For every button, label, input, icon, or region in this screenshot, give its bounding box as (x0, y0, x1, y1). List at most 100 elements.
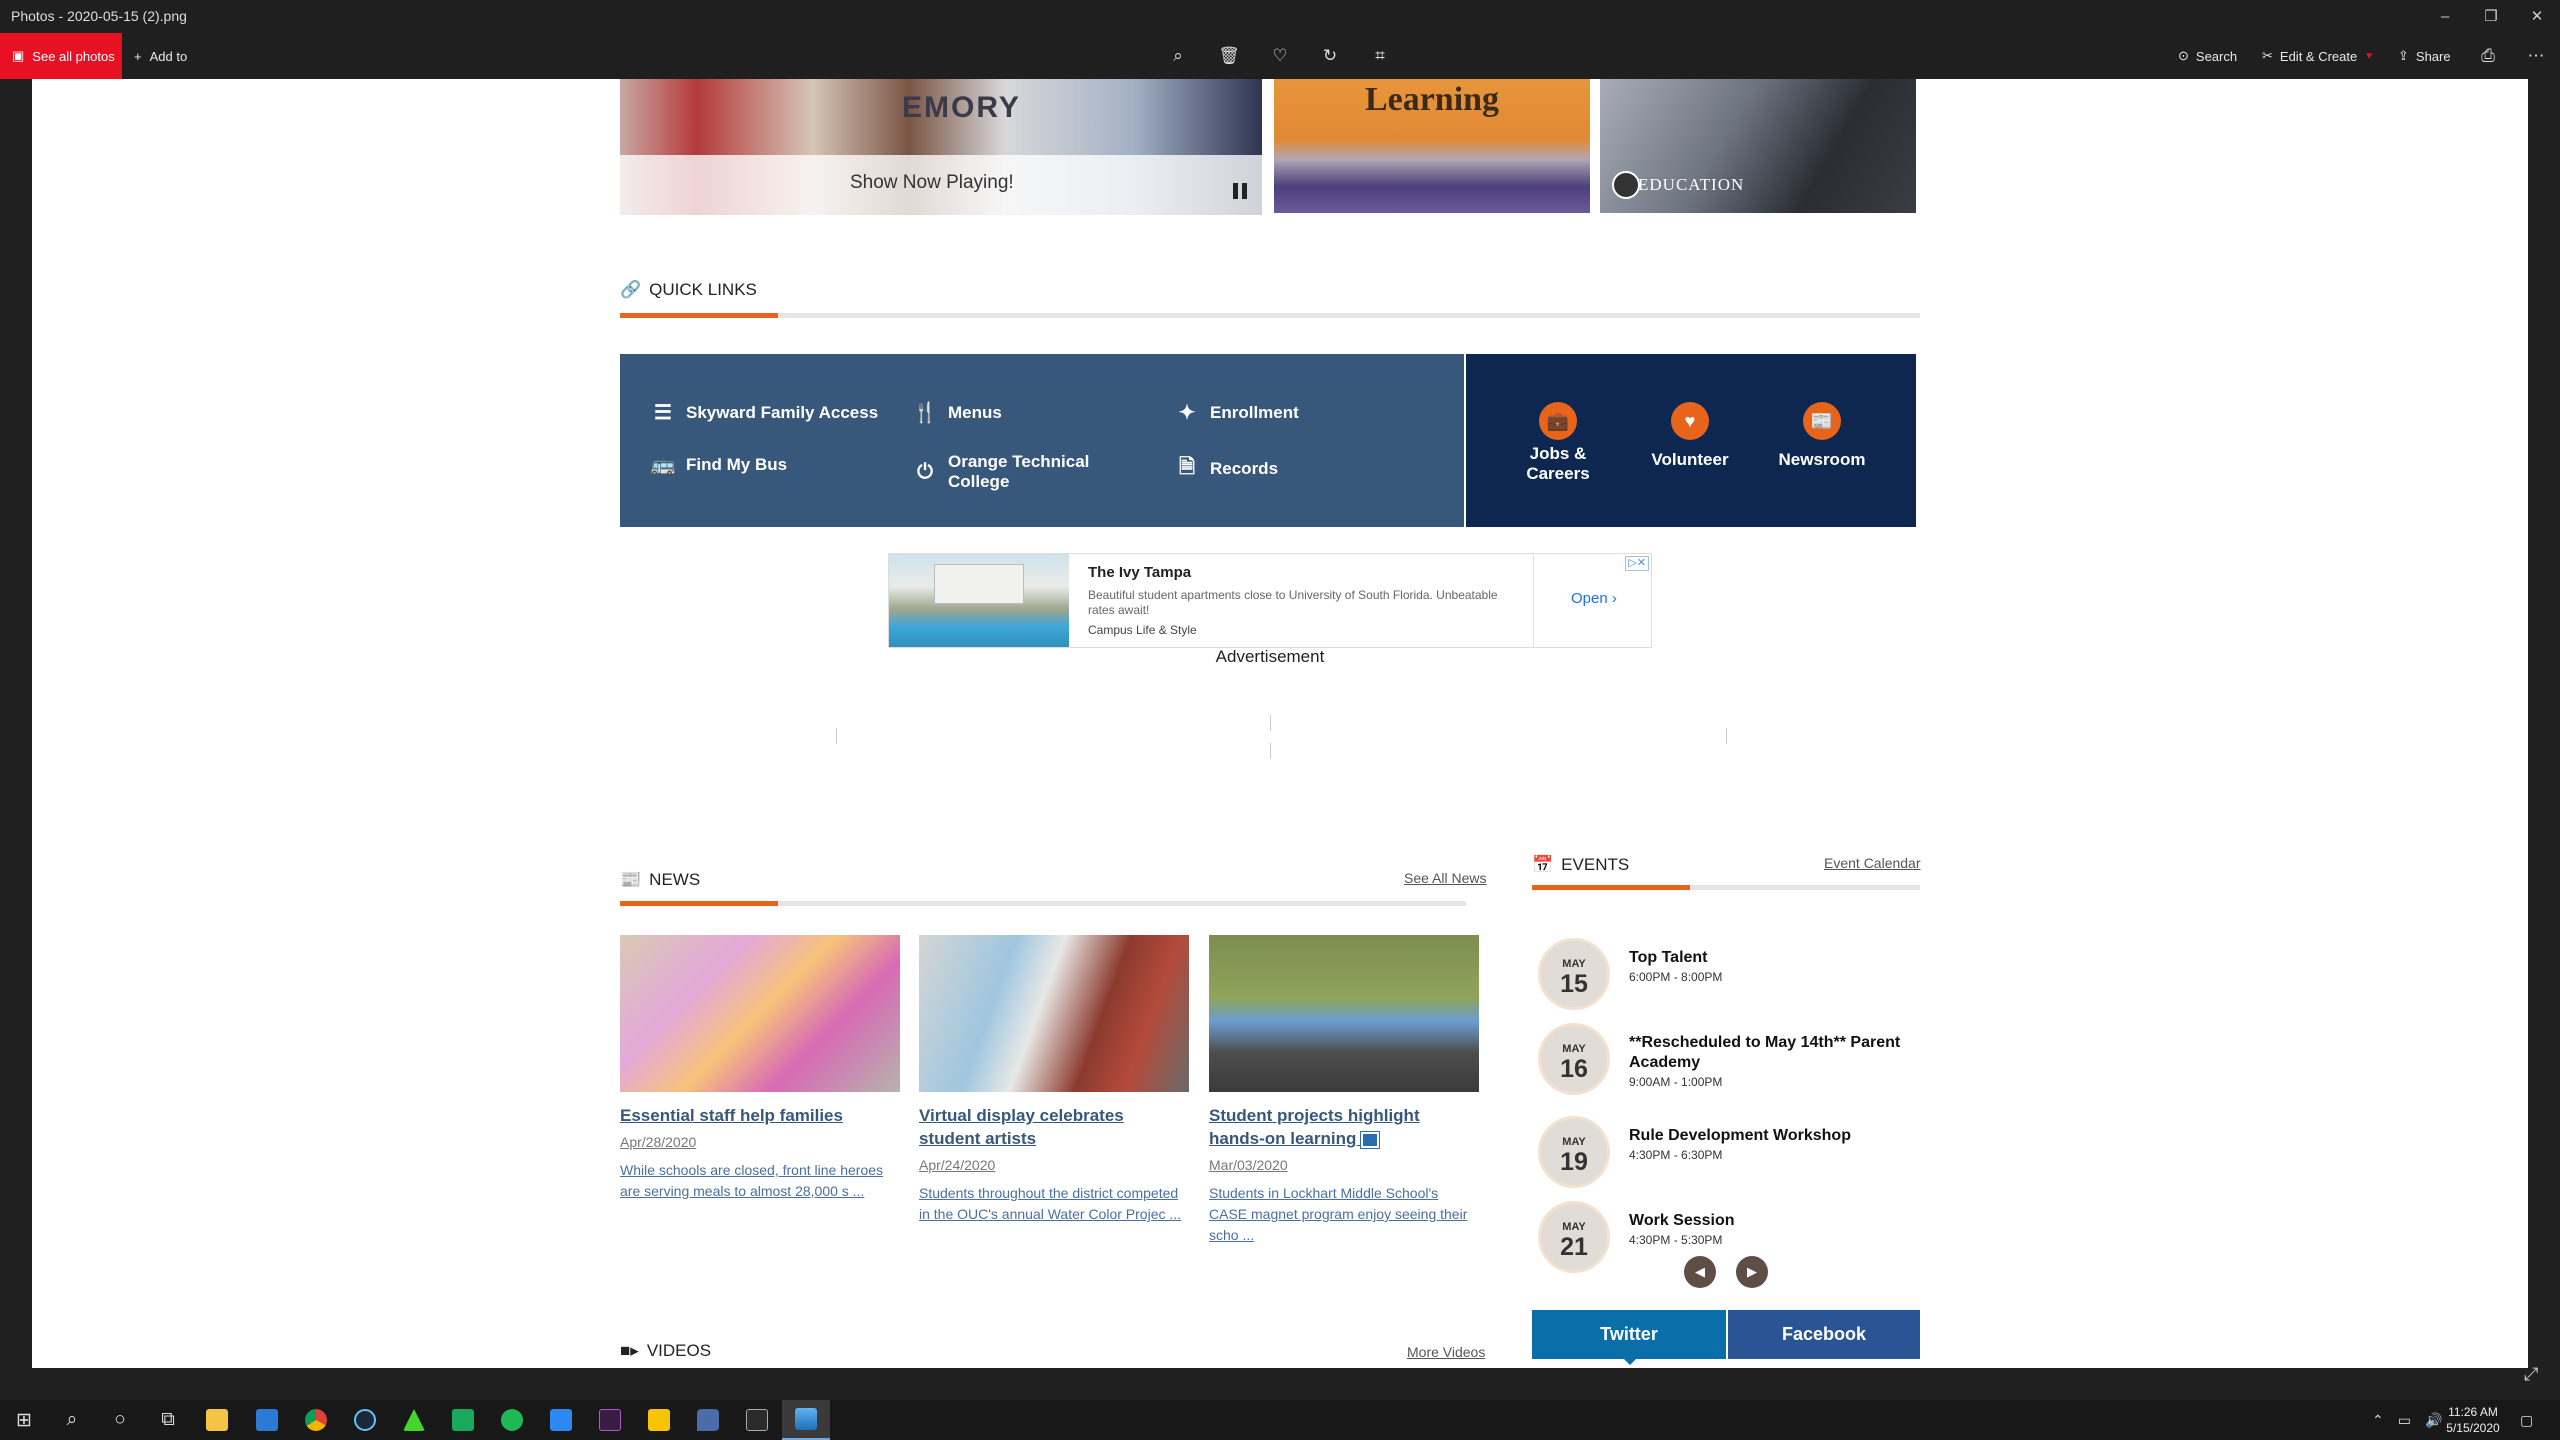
rotate-icon[interactable]: ↻ (1310, 33, 1350, 79)
network-icon[interactable]: ▭ (2398, 1412, 2411, 1429)
task-view-button[interactable]: ⧉ (144, 1400, 192, 1440)
quick-link-records[interactable]: 🗎 Records (1174, 452, 1278, 486)
see-all-photos-button[interactable]: ▣ See all photos (0, 33, 122, 79)
active-tab-indicator (1622, 1357, 1638, 1365)
more-options-button[interactable]: ⋯ (2516, 33, 2556, 79)
edit-create-label: Edit & Create (2279, 48, 2358, 64)
news-title: NEWS (649, 870, 701, 889)
news-image[interactable] (620, 935, 900, 1092)
epic-games-app[interactable] (733, 1400, 781, 1440)
event-item[interactable]: MAY 21 Work Session 4:30PM - 5:30PM (1538, 1201, 1918, 1279)
facebook-tab[interactable]: Facebook (1728, 1310, 1920, 1359)
news-summary-link[interactable]: Students throughout the district compete… (919, 1183, 1189, 1225)
news-image[interactable] (1209, 935, 1479, 1092)
mail-app[interactable] (243, 1400, 291, 1440)
cortana-button[interactable]: ○ (96, 1400, 144, 1440)
news-title-link[interactable]: Virtual display celebrates student artis… (919, 1104, 1189, 1150)
advertisement-banner[interactable]: The Ivy Tampa Beautiful student apartmen… (888, 553, 1652, 648)
events-next-button[interactable]: ▶ (1736, 1256, 1768, 1288)
photos-toolbar: ▣ See all photos + Add to ⌕ 🗑 ♡ ↻ ⌗ ⊙ Se… (0, 33, 2560, 79)
event-title[interactable]: Rule Development Workshop (1629, 1126, 1919, 1146)
favorite-heart-icon[interactable]: ♡ (1260, 33, 1300, 79)
events-heading: 📅 EVENTS (1532, 855, 1629, 875)
quick-link-orange-technical-college[interactable]: ⏻ Orange Technical College (912, 452, 1112, 492)
twitter-tab[interactable]: Twitter (1532, 1310, 1726, 1359)
chat-app[interactable] (684, 1400, 732, 1440)
quick-link-find-my-bus[interactable]: 🚌 Find My Bus (650, 452, 788, 477)
ad-close-icon[interactable]: ▷✕ (1625, 556, 1649, 571)
news-summary-link[interactable]: While schools are closed, front line her… (620, 1160, 900, 1202)
hero-slideshow[interactable]: EMORY Show Now Playing! (620, 79, 1262, 215)
event-item[interactable]: MAY 16 **Rescheduled to May 14th** Paren… (1538, 1023, 1918, 1101)
chevron-up-icon[interactable]: ⌃ (2372, 1412, 2384, 1429)
steam-app[interactable] (341, 1400, 389, 1440)
education-banner[interactable]: EDUCATION (1600, 79, 1916, 213)
event-time: 4:30PM - 5:30PM (1629, 1233, 1723, 1247)
f-app-icon (550, 1409, 572, 1431)
taskbar-clock[interactable]: 11:26 AM 5/15/2020 (2438, 1404, 2508, 1436)
razer-app[interactable] (390, 1400, 438, 1440)
events-title: EVENTS (1561, 855, 1630, 874)
event-title[interactable]: **Rescheduled to May 14th** Parent Acade… (1629, 1033, 1919, 1073)
share-button[interactable]: ⇪ Share (2398, 33, 2451, 79)
purple-app[interactable] (586, 1400, 634, 1440)
volunteer-link[interactable]: ♥ Volunteer (1630, 402, 1750, 470)
photo-viewer: EMORY Show Now Playing! Learning EDUCATI… (0, 79, 2560, 1368)
photos-app[interactable] (782, 1400, 830, 1440)
news-summary-link[interactable]: Students in Lockhart Middle School's CAS… (1209, 1183, 1479, 1246)
quick-links-heading: 🔗 QUICK LINKS (620, 280, 757, 300)
print-icon[interactable]: ⎙ (2468, 33, 2508, 79)
education-banner-text: EDUCATION (1638, 175, 1745, 194)
news-title-link[interactable]: Student projects highlight hands-on lear… (1209, 1104, 1479, 1150)
delete-icon[interactable]: 🗑 (1209, 33, 1249, 79)
start-button[interactable]: ⊞ (0, 1400, 48, 1440)
notification-button[interactable]: ▢ (2520, 1400, 2533, 1440)
quick-link-enrollment[interactable]: ✦ Enrollment (1174, 400, 1299, 425)
game-app[interactable] (439, 1400, 487, 1440)
search-taskbar-button[interactable]: ⌕ (48, 1400, 96, 1440)
event-time: 4:30PM - 6:30PM (1629, 1148, 1723, 1162)
crop-icon[interactable]: ⌗ (1360, 33, 1400, 79)
newspaper-icon: 📰 (1803, 402, 1841, 440)
file-explorer-app[interactable] (193, 1400, 241, 1440)
event-item[interactable]: MAY 19 Rule Development Workshop 4:30PM … (1538, 1116, 1918, 1194)
featured-links-panel: 💼 Jobs & Careers ♥ Volunteer 📰 Newsroom (1466, 354, 1916, 527)
news-image[interactable] (919, 935, 1189, 1092)
f-app[interactable] (537, 1400, 585, 1440)
notification-icon: ▢ (2520, 1411, 2534, 1428)
quick-links-rule (620, 313, 1920, 318)
zoom-icon[interactable]: ⌕ (1158, 33, 1198, 79)
event-title[interactable]: Top Talent (1629, 948, 1919, 968)
restore-button[interactable]: ❐ (2468, 0, 2514, 33)
minimize-button[interactable]: – (2422, 0, 2468, 33)
purple-app-icon (599, 1409, 621, 1431)
event-item[interactable]: MAY 15 Top Talent 6:00PM - 8:00PM (1538, 938, 1918, 1016)
chrome-icon (305, 1409, 327, 1431)
razer-icon (403, 1409, 425, 1431)
edit-create-button[interactable]: ✂ Edit & Create ▼ (2262, 33, 2374, 79)
close-button[interactable]: ✕ (2514, 0, 2560, 33)
jobs-careers-link[interactable]: 💼 Jobs & Careers (1498, 402, 1618, 484)
sticky-notes-app[interactable] (635, 1400, 683, 1440)
ad-open-button[interactable]: Open › (1571, 590, 1617, 607)
quick-link-skyward[interactable]: ☰ Skyward Family Access (650, 400, 878, 425)
pause-button[interactable] (1228, 179, 1252, 203)
event-title[interactable]: Work Session (1629, 1211, 1919, 1231)
epic-games-icon (746, 1409, 768, 1431)
add-to-button[interactable]: + Add to (134, 33, 187, 79)
fullscreen-expand-icon[interactable]: ⤢ (2524, 1364, 2538, 1385)
news-title-link[interactable]: Essential staff help families (620, 1104, 900, 1127)
spotify-app[interactable] (488, 1400, 536, 1440)
more-videos-link[interactable]: More Videos (1407, 1344, 1485, 1360)
chrome-app[interactable] (292, 1400, 340, 1440)
events-prev-button[interactable]: ◀ (1684, 1256, 1716, 1288)
search-button[interactable]: ⊙ Search (2178, 33, 2237, 79)
learning-banner[interactable]: Learning (1274, 79, 1590, 213)
chevron-down-icon: ▼ (2364, 50, 2375, 62)
see-all-news-link[interactable]: See All News (1404, 870, 1486, 886)
quick-link-menus[interactable]: 🍴 Menus (912, 400, 1002, 425)
newsroom-link[interactable]: 📰 Newsroom (1762, 402, 1882, 470)
chat-icon (697, 1409, 719, 1431)
event-date-badge: MAY 16 (1538, 1023, 1610, 1095)
event-calendar-link[interactable]: Event Calendar (1824, 855, 1921, 871)
